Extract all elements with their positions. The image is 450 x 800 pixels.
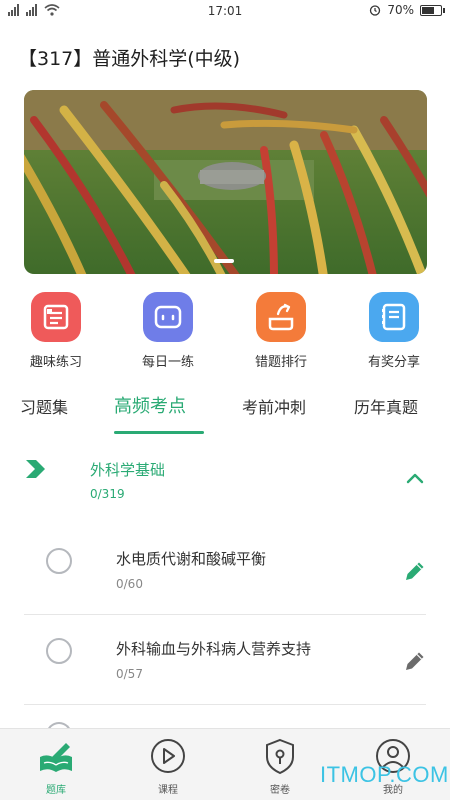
nav-label: 题库 bbox=[46, 785, 66, 796]
completion-radio[interactable] bbox=[46, 548, 72, 574]
pencil-icon[interactable] bbox=[402, 558, 428, 584]
divider bbox=[24, 704, 426, 705]
daily-icon bbox=[143, 292, 193, 342]
item-progress: 0/60 bbox=[116, 577, 143, 591]
item-title: 水电质代谢和酸碱平衡 bbox=[116, 550, 267, 568]
feature-practice[interactable]: 趣味练习 bbox=[0, 292, 112, 370]
section-title[interactable]: 外科学基础 bbox=[90, 459, 165, 480]
tab-past-papers[interactable]: 历年真题 bbox=[354, 394, 418, 418]
nav-courses[interactable]: 课程 bbox=[133, 737, 203, 796]
ranking-icon bbox=[256, 292, 306, 342]
share-icon bbox=[369, 292, 419, 342]
feature-label: 趣味练习 bbox=[29, 355, 82, 370]
battery-percent: 70% bbox=[387, 3, 414, 17]
feature-grid: 趣味练习 每日一练 错题排行 有奖分享 bbox=[0, 292, 450, 372]
feature-label: 有奖分享 bbox=[367, 355, 420, 370]
active-tab-indicator bbox=[114, 431, 204, 434]
feature-label: 错题排行 bbox=[254, 355, 307, 370]
nav-label: 密卷 bbox=[270, 785, 290, 796]
item-progress: 0/57 bbox=[116, 667, 143, 681]
feature-daily[interactable]: 每日一练 bbox=[112, 292, 224, 370]
lock-icon bbox=[266, 738, 294, 775]
feature-ranking[interactable]: 错题排行 bbox=[225, 292, 337, 370]
banner-carousel[interactable] bbox=[24, 90, 427, 274]
category-tabs: 习题集 高频考点 考前冲刺 历年真题 bbox=[0, 388, 450, 438]
watermark: ITMOP.COM bbox=[320, 762, 449, 787]
tab-exercises[interactable]: 习题集 bbox=[20, 394, 68, 418]
list-item[interactable]: 水电质代谢和酸碱平衡 0/60 bbox=[0, 530, 450, 620]
banner-image bbox=[24, 90, 427, 274]
alarm-icon bbox=[370, 5, 381, 16]
nav-question-bank[interactable]: 题库 bbox=[21, 737, 91, 796]
page-title: 【317】普通外科学(中级) bbox=[18, 48, 241, 70]
chevron-up-icon[interactable] bbox=[406, 472, 424, 484]
section-progress: 0/319 bbox=[90, 487, 125, 501]
pencil-icon[interactable] bbox=[402, 648, 428, 674]
tab-high-frequency[interactable]: 高频考点 bbox=[114, 392, 186, 418]
list-item[interactable]: 外科输血与外科病人营养支持 0/57 bbox=[0, 620, 450, 710]
carousel-indicator bbox=[214, 259, 234, 263]
divider bbox=[24, 614, 426, 615]
feature-label: 每日一练 bbox=[141, 355, 194, 370]
nav-label: 课程 bbox=[158, 785, 178, 796]
completion-radio[interactable] bbox=[46, 638, 72, 664]
feature-share[interactable]: 有奖分享 bbox=[338, 292, 450, 370]
question-bank-icon bbox=[40, 743, 72, 772]
section-marker-icon bbox=[26, 460, 45, 478]
nav-secret-papers[interactable]: 密卷 bbox=[245, 737, 315, 796]
practice-icon bbox=[31, 292, 81, 342]
play-icon bbox=[151, 739, 185, 773]
battery-icon bbox=[420, 4, 445, 16]
item-title: 外科输血与外科病人营养支持 bbox=[116, 640, 312, 658]
tab-sprint[interactable]: 考前冲刺 bbox=[242, 394, 306, 418]
status-bar: 17:01 70% bbox=[0, 0, 450, 24]
